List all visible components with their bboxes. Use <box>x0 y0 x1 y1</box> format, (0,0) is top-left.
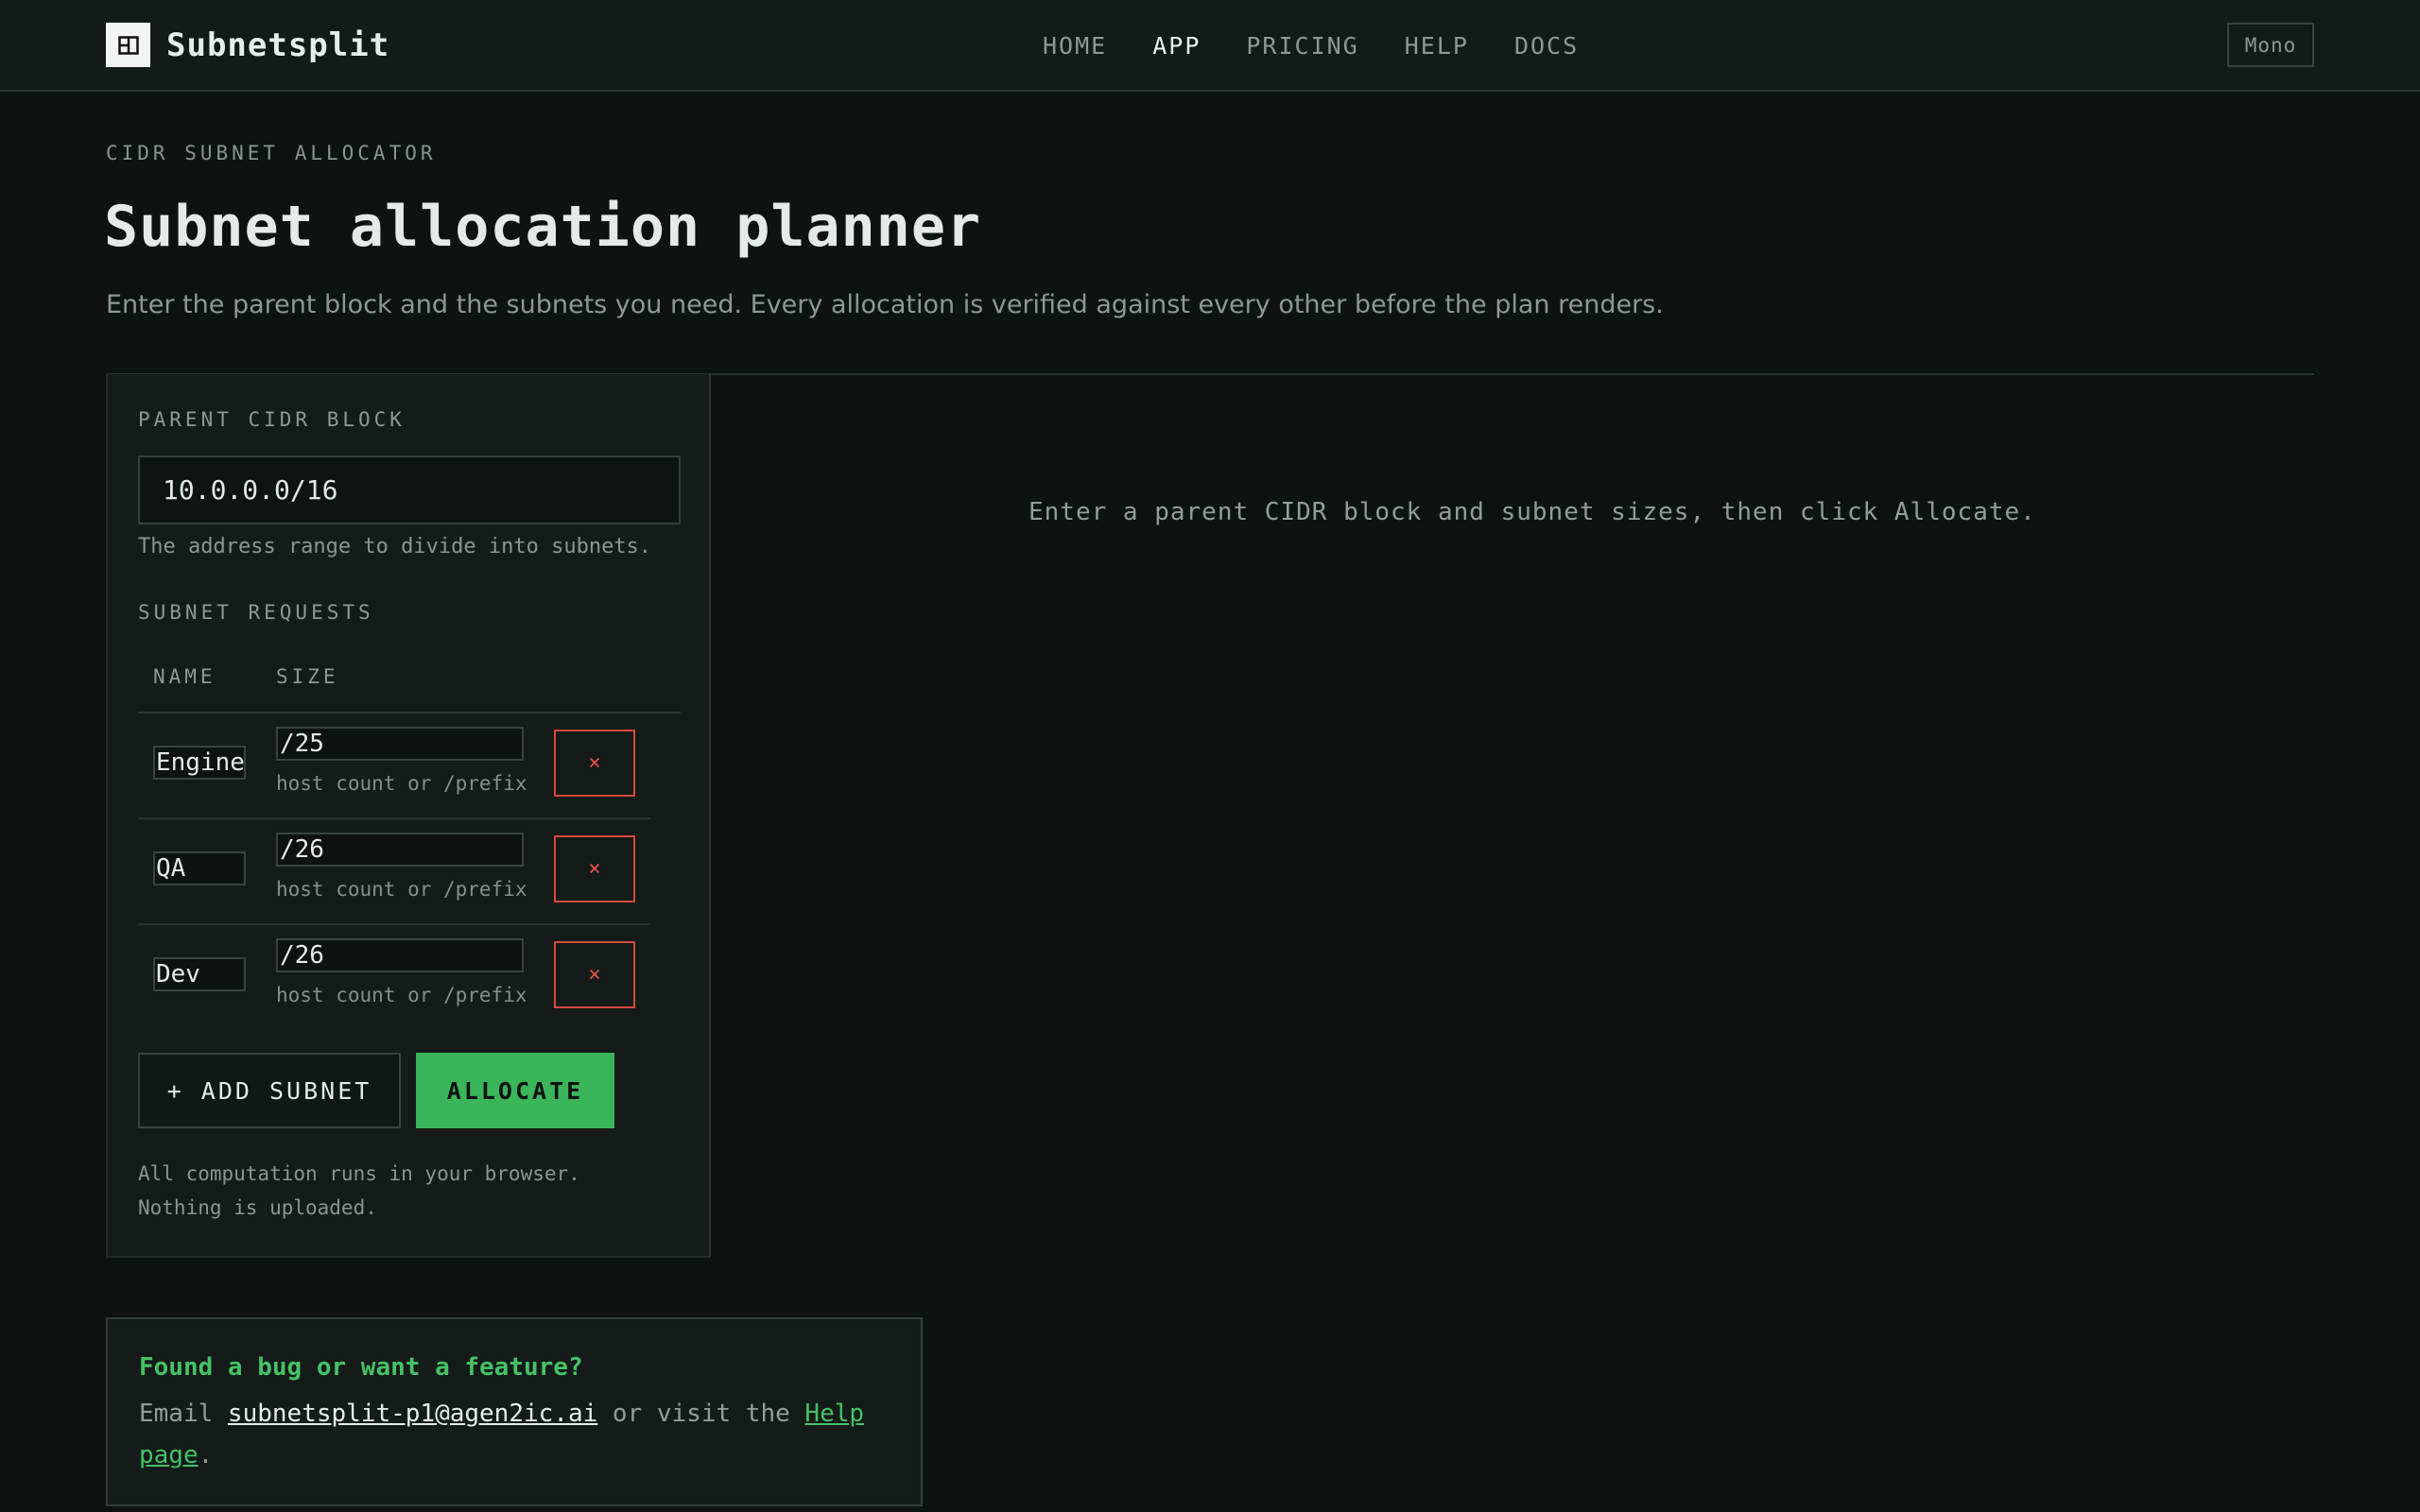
subnet-size-hint: host count or /prefix <box>276 878 527 901</box>
parent-cidr-input[interactable]: 10.0.0.0/16 <box>138 455 681 524</box>
subnet-size-hint: host count or /prefix <box>276 984 527 1006</box>
main-nav: HOME APP PRICING HELP DOCS <box>1043 29 1624 63</box>
subnet-requests-label: SUBNET REQUESTS <box>138 601 374 624</box>
subnet-row: Engineering /25 host count or /prefix × <box>138 713 650 819</box>
results-empty-state: Enter a parent CIDR block and subnet siz… <box>1028 498 2036 526</box>
allocation-form-panel: PARENT CIDR BLOCK 10.0.0.0/16 The addres… <box>106 374 711 1258</box>
column-header-size: SIZE <box>276 665 339 688</box>
subnet-size-input[interactable]: /26 <box>276 833 524 867</box>
remove-subnet-button[interactable]: × <box>554 941 635 1008</box>
feedback-title: Found a bug or want a feature? <box>139 1353 583 1382</box>
feedback-box: Found a bug or want a feature? Email sub… <box>106 1317 923 1506</box>
add-subnet-button[interactable]: + ADD SUBNET <box>138 1053 401 1128</box>
close-icon: × <box>588 963 601 987</box>
subnet-name-input[interactable]: Engineering <box>153 746 246 780</box>
top-nav-bar: Subnetsplit HOME APP PRICING HELP DOCS M… <box>0 0 2420 92</box>
font-toggle-button[interactable]: Mono <box>2227 23 2314 67</box>
feedback-middle-text: or visit the <box>597 1400 805 1428</box>
page-eyebrow: CIDR SUBNET ALLOCATOR <box>106 142 437 164</box>
parent-cidr-label: PARENT CIDR BLOCK <box>138 408 406 431</box>
subnet-row: QA /26 host count or /prefix × <box>138 819 650 925</box>
feedback-suffix: . <box>198 1441 214 1469</box>
feedback-prefix: Email <box>139 1400 228 1428</box>
close-icon: × <box>588 857 601 881</box>
page-subtitle: Enter the parent block and the subnets y… <box>106 290 1664 319</box>
nav-home[interactable]: HOME <box>1043 29 1107 63</box>
subnet-name-input[interactable]: Dev <box>153 957 246 991</box>
allocate-button[interactable]: ALLOCATE <box>416 1053 614 1128</box>
remove-subnet-button[interactable]: × <box>554 835 635 902</box>
subnet-row: Dev /26 host count or /prefix × <box>138 925 650 1031</box>
close-icon: × <box>588 751 601 775</box>
parent-cidr-hint: The address range to divide into subnets… <box>138 535 652 558</box>
brand-name: Subnetsplit <box>166 26 390 64</box>
nav-help[interactable]: HELP <box>1405 29 1469 63</box>
subnet-name-input[interactable]: QA <box>153 851 246 885</box>
subnet-size-input[interactable]: /26 <box>276 938 524 972</box>
subnet-size-hint: host count or /prefix <box>276 772 527 795</box>
brand-logo[interactable]: Subnetsplit <box>106 23 389 67</box>
subnet-size-input[interactable]: /25 <box>276 727 524 761</box>
column-header-name: NAME <box>153 665 216 688</box>
remove-subnet-button[interactable]: × <box>554 730 635 797</box>
page-title: Subnet allocation planner <box>104 194 982 260</box>
logo-icon <box>106 23 150 67</box>
nav-app[interactable]: APP <box>1152 29 1201 63</box>
nav-pricing[interactable]: PRICING <box>1246 29 1358 63</box>
nav-docs[interactable]: DOCS <box>1514 29 1579 63</box>
feedback-body: Email subnetsplit-p1@agen2ic.ai or visit… <box>139 1393 895 1476</box>
feedback-email-link[interactable]: subnetsplit-p1@agen2ic.ai <box>228 1400 597 1428</box>
privacy-note: All computation runs in your browser. No… <box>138 1162 580 1219</box>
